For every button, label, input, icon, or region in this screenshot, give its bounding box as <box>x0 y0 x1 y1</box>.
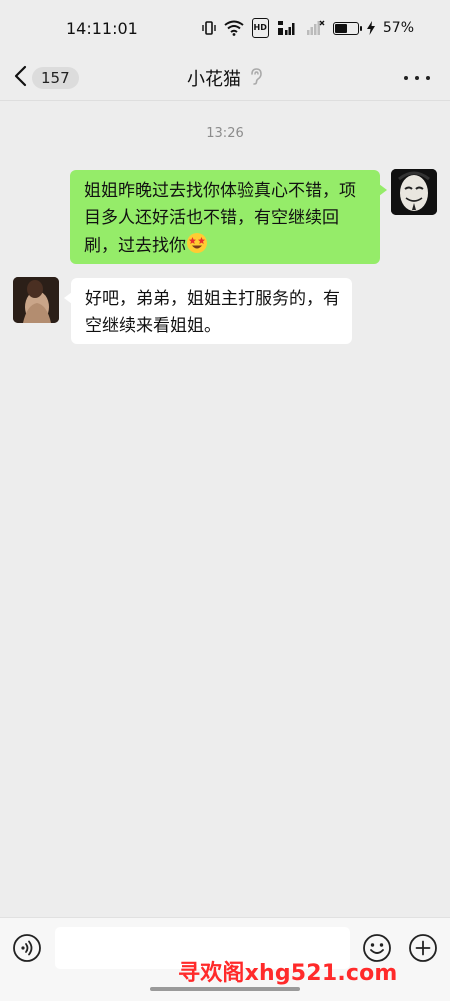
voice-icon <box>12 934 42 967</box>
star-struck-emoji-icon <box>186 232 208 263</box>
status-bar: 14:11:01 HD 57% <box>0 0 450 56</box>
message-timestamp: 13:26 <box>206 126 244 141</box>
home-indicator[interactable] <box>150 987 300 991</box>
received-message-text: 好吧，弟弟，姐姐主打服务的，有空继续来看姐姐。 <box>85 289 340 336</box>
wifi-icon <box>223 19 244 37</box>
dot-icon <box>426 76 430 80</box>
charging-icon <box>366 19 375 37</box>
hd-icon: HD <box>251 18 269 38</box>
header-divider <box>0 100 450 101</box>
more-functions-button[interactable] <box>408 933 438 963</box>
my-avatar[interactable] <box>391 169 437 215</box>
unread-count-badge: 157 <box>32 67 79 89</box>
status-icons: HD 57% <box>201 18 414 38</box>
plus-icon <box>408 934 438 967</box>
more-options-button[interactable] <box>404 66 430 90</box>
sent-message-bubble[interactable]: 姐姐昨晚过去找你体验真心不错，项目多人还好活也不错，有空继续回刷，过去找你 <box>70 170 387 264</box>
dot-icon <box>404 76 408 80</box>
dot-icon <box>415 76 419 80</box>
chevron-left-icon <box>14 65 28 91</box>
battery-percent: 57% <box>382 20 414 36</box>
ear-icon <box>249 67 263 89</box>
sent-message-text: 姐姐昨晚过去找你体验真心不错，项目多人还好活也不错，有空继续回刷，过去找你 <box>84 181 356 256</box>
watermark-text: 寻欢阁xhg521.com <box>178 961 398 986</box>
chat-title: 小花猫 <box>187 69 241 90</box>
chat-header: 157 小花猫 <box>0 56 450 100</box>
received-message-bubble[interactable]: 好吧，弟弟，姐姐主打服务的，有空继续来看姐姐。 <box>64 278 352 344</box>
contact-avatar[interactable] <box>13 277 59 323</box>
voice-input-button[interactable] <box>12 933 42 963</box>
battery-icon <box>332 19 362 37</box>
status-time: 14:11:01 <box>66 18 138 38</box>
vibrate-icon <box>201 19 216 37</box>
signal-5g-icon <box>277 19 297 37</box>
signal-weak-icon <box>305 19 325 37</box>
back-button[interactable]: 157 <box>14 62 79 94</box>
